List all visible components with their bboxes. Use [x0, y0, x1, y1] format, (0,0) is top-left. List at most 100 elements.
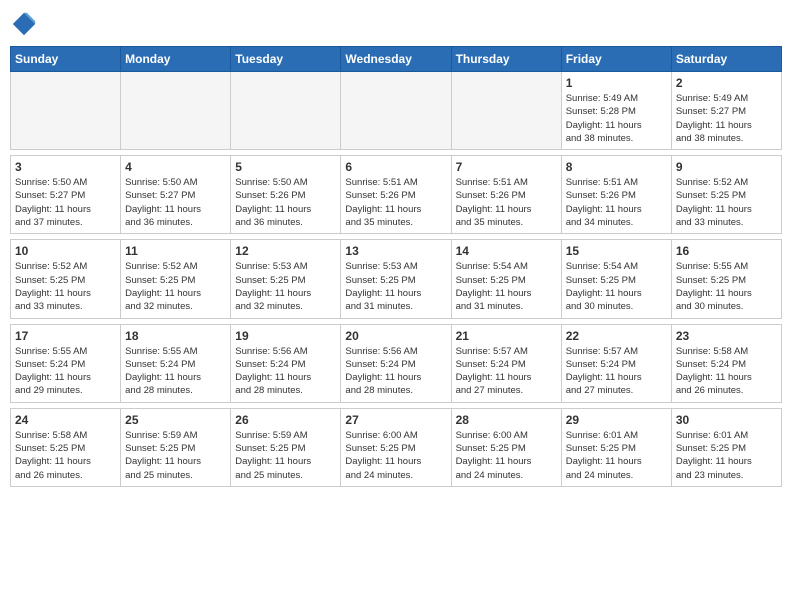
day-number: 29	[566, 413, 667, 427]
calendar-week-row: 17 Sunrise: 5:55 AM Sunset: 5:24 PM Dayli…	[11, 324, 782, 402]
calendar-day: 18 Sunrise: 5:55 AM Sunset: 5:24 PM Dayli…	[121, 324, 231, 402]
day-info: Sunrise: 5:54 AM Sunset: 5:25 PM Dayligh…	[456, 260, 557, 313]
day-number: 19	[235, 329, 336, 343]
day-info: Sunrise: 5:51 AM Sunset: 5:26 PM Dayligh…	[456, 176, 557, 229]
day-info: Sunrise: 6:00 AM Sunset: 5:25 PM Dayligh…	[345, 429, 446, 482]
day-number: 17	[15, 329, 116, 343]
day-number: 9	[676, 160, 777, 174]
calendar-day: 28 Sunrise: 6:00 AM Sunset: 5:25 PM Dayli…	[451, 408, 561, 486]
calendar-day	[231, 72, 341, 150]
calendar-day: 17Sunrise: 5:55 AM Sunset: 5:24 PM Dayli…	[11, 324, 121, 402]
calendar-day: 29 Sunrise: 6:01 AM Sunset: 5:25 PM Dayli…	[561, 408, 671, 486]
calendar-day	[121, 72, 231, 150]
day-info: Sunrise: 5:52 AM Sunset: 5:25 PM Dayligh…	[676, 176, 777, 229]
day-info: Sunrise: 5:59 AM Sunset: 5:25 PM Dayligh…	[235, 429, 336, 482]
calendar-day: 30 Sunrise: 6:01 AM Sunset: 5:25 PM Dayli…	[671, 408, 781, 486]
calendar-day: 4 Sunrise: 5:50 AM Sunset: 5:27 PM Daylig…	[121, 156, 231, 234]
calendar-day: 24 Sunrise: 5:58 AM Sunset: 5:25 PM Dayli…	[11, 408, 121, 486]
day-number: 27	[345, 413, 446, 427]
calendar-day	[341, 72, 451, 150]
day-number: 5	[235, 160, 336, 174]
calendar-day: 16Sunrise: 5:55 AM Sunset: 5:25 PM Dayli…	[671, 240, 781, 318]
day-info: Sunrise: 5:49 AM Sunset: 5:28 PM Dayligh…	[566, 92, 667, 145]
day-info: Sunrise: 5:58 AM Sunset: 5:24 PM Dayligh…	[676, 345, 777, 398]
calendar-week-row: 1Sunrise: 5:49 AM Sunset: 5:28 PM Daylig…	[11, 72, 782, 150]
calendar-week-row: 10 Sunrise: 5:52 AM Sunset: 5:25 PM Dayli…	[11, 240, 782, 318]
day-info: Sunrise: 5:55 AM Sunset: 5:24 PM Dayligh…	[125, 345, 226, 398]
calendar-day	[451, 72, 561, 150]
weekday-header: Friday	[561, 47, 671, 72]
calendar-day: 13Sunrise: 5:53 AM Sunset: 5:25 PM Dayli…	[341, 240, 451, 318]
day-number: 11	[125, 244, 226, 258]
day-number: 24	[15, 413, 116, 427]
weekday-header: Saturday	[671, 47, 781, 72]
calendar-day: 15 Sunrise: 5:54 AM Sunset: 5:25 PM Dayli…	[561, 240, 671, 318]
calendar-day: 22 Sunrise: 5:57 AM Sunset: 5:24 PM Dayli…	[561, 324, 671, 402]
day-number: 28	[456, 413, 557, 427]
calendar-day	[11, 72, 121, 150]
day-number: 10	[15, 244, 116, 258]
calendar-day: 9 Sunrise: 5:52 AM Sunset: 5:25 PM Daylig…	[671, 156, 781, 234]
day-number: 23	[676, 329, 777, 343]
day-number: 18	[125, 329, 226, 343]
calendar-day: 14 Sunrise: 5:54 AM Sunset: 5:25 PM Dayli…	[451, 240, 561, 318]
day-info: Sunrise: 5:56 AM Sunset: 5:24 PM Dayligh…	[235, 345, 336, 398]
day-number: 30	[676, 413, 777, 427]
day-info: Sunrise: 5:51 AM Sunset: 5:26 PM Dayligh…	[345, 176, 446, 229]
calendar-day: 1Sunrise: 5:49 AM Sunset: 5:28 PM Daylig…	[561, 72, 671, 150]
day-info: Sunrise: 5:53 AM Sunset: 5:25 PM Dayligh…	[235, 260, 336, 313]
day-info: Sunrise: 5:51 AM Sunset: 5:26 PM Dayligh…	[566, 176, 667, 229]
calendar-day: 20Sunrise: 5:56 AM Sunset: 5:24 PM Dayli…	[341, 324, 451, 402]
day-number: 21	[456, 329, 557, 343]
logo	[10, 10, 42, 38]
day-number: 26	[235, 413, 336, 427]
calendar-day: 19 Sunrise: 5:56 AM Sunset: 5:24 PM Dayli…	[231, 324, 341, 402]
day-info: Sunrise: 5:50 AM Sunset: 5:27 PM Dayligh…	[125, 176, 226, 229]
day-number: 14	[456, 244, 557, 258]
calendar-week-row: 3 Sunrise: 5:50 AM Sunset: 5:27 PM Daylig…	[11, 156, 782, 234]
day-number: 22	[566, 329, 667, 343]
calendar-day: 10 Sunrise: 5:52 AM Sunset: 5:25 PM Dayli…	[11, 240, 121, 318]
day-number: 6	[345, 160, 446, 174]
calendar-table: SundayMondayTuesdayWednesdayThursdayFrid…	[10, 46, 782, 487]
page-container: SundayMondayTuesdayWednesdayThursdayFrid…	[0, 0, 792, 497]
day-info: Sunrise: 6:00 AM Sunset: 5:25 PM Dayligh…	[456, 429, 557, 482]
day-number: 4	[125, 160, 226, 174]
day-info: Sunrise: 6:01 AM Sunset: 5:25 PM Dayligh…	[676, 429, 777, 482]
calendar-day: 11 Sunrise: 5:52 AM Sunset: 5:25 PM Dayli…	[121, 240, 231, 318]
weekday-header: Monday	[121, 47, 231, 72]
day-number: 2	[676, 76, 777, 90]
day-number: 12	[235, 244, 336, 258]
calendar-day: 27 Sunrise: 6:00 AM Sunset: 5:25 PM Dayli…	[341, 408, 451, 486]
day-info: Sunrise: 5:52 AM Sunset: 5:25 PM Dayligh…	[125, 260, 226, 313]
calendar-day: 23 Sunrise: 5:58 AM Sunset: 5:24 PM Dayli…	[671, 324, 781, 402]
day-number: 7	[456, 160, 557, 174]
calendar-week-row: 24 Sunrise: 5:58 AM Sunset: 5:25 PM Dayli…	[11, 408, 782, 486]
day-info: Sunrise: 5:58 AM Sunset: 5:25 PM Dayligh…	[15, 429, 116, 482]
weekday-header-row: SundayMondayTuesdayWednesdayThursdayFrid…	[11, 47, 782, 72]
calendar-day: 3 Sunrise: 5:50 AM Sunset: 5:27 PM Daylig…	[11, 156, 121, 234]
calendar-day: 12 Sunrise: 5:53 AM Sunset: 5:25 PM Dayli…	[231, 240, 341, 318]
calendar-day: 7 Sunrise: 5:51 AM Sunset: 5:26 PM Daylig…	[451, 156, 561, 234]
day-info: Sunrise: 6:01 AM Sunset: 5:25 PM Dayligh…	[566, 429, 667, 482]
day-number: 15	[566, 244, 667, 258]
day-info: Sunrise: 5:50 AM Sunset: 5:27 PM Dayligh…	[15, 176, 116, 229]
weekday-header: Tuesday	[231, 47, 341, 72]
day-number: 16	[676, 244, 777, 258]
day-info: Sunrise: 5:56 AM Sunset: 5:24 PM Dayligh…	[345, 345, 446, 398]
day-info: Sunrise: 5:53 AM Sunset: 5:25 PM Dayligh…	[345, 260, 446, 313]
calendar-day: 25Sunrise: 5:59 AM Sunset: 5:25 PM Dayli…	[121, 408, 231, 486]
day-info: Sunrise: 5:57 AM Sunset: 5:24 PM Dayligh…	[566, 345, 667, 398]
calendar-day: 21Sunrise: 5:57 AM Sunset: 5:24 PM Dayli…	[451, 324, 561, 402]
day-info: Sunrise: 5:50 AM Sunset: 5:26 PM Dayligh…	[235, 176, 336, 229]
calendar-day: 26 Sunrise: 5:59 AM Sunset: 5:25 PM Dayli…	[231, 408, 341, 486]
day-number: 8	[566, 160, 667, 174]
calendar-day: 2Sunrise: 5:49 AM Sunset: 5:27 PM Daylig…	[671, 72, 781, 150]
day-info: Sunrise: 5:52 AM Sunset: 5:25 PM Dayligh…	[15, 260, 116, 313]
day-info: Sunrise: 5:54 AM Sunset: 5:25 PM Dayligh…	[566, 260, 667, 313]
weekday-header: Sunday	[11, 47, 121, 72]
day-number: 3	[15, 160, 116, 174]
calendar-day: 8 Sunrise: 5:51 AM Sunset: 5:26 PM Daylig…	[561, 156, 671, 234]
logo-icon	[10, 10, 38, 38]
day-info: Sunrise: 5:59 AM Sunset: 5:25 PM Dayligh…	[125, 429, 226, 482]
